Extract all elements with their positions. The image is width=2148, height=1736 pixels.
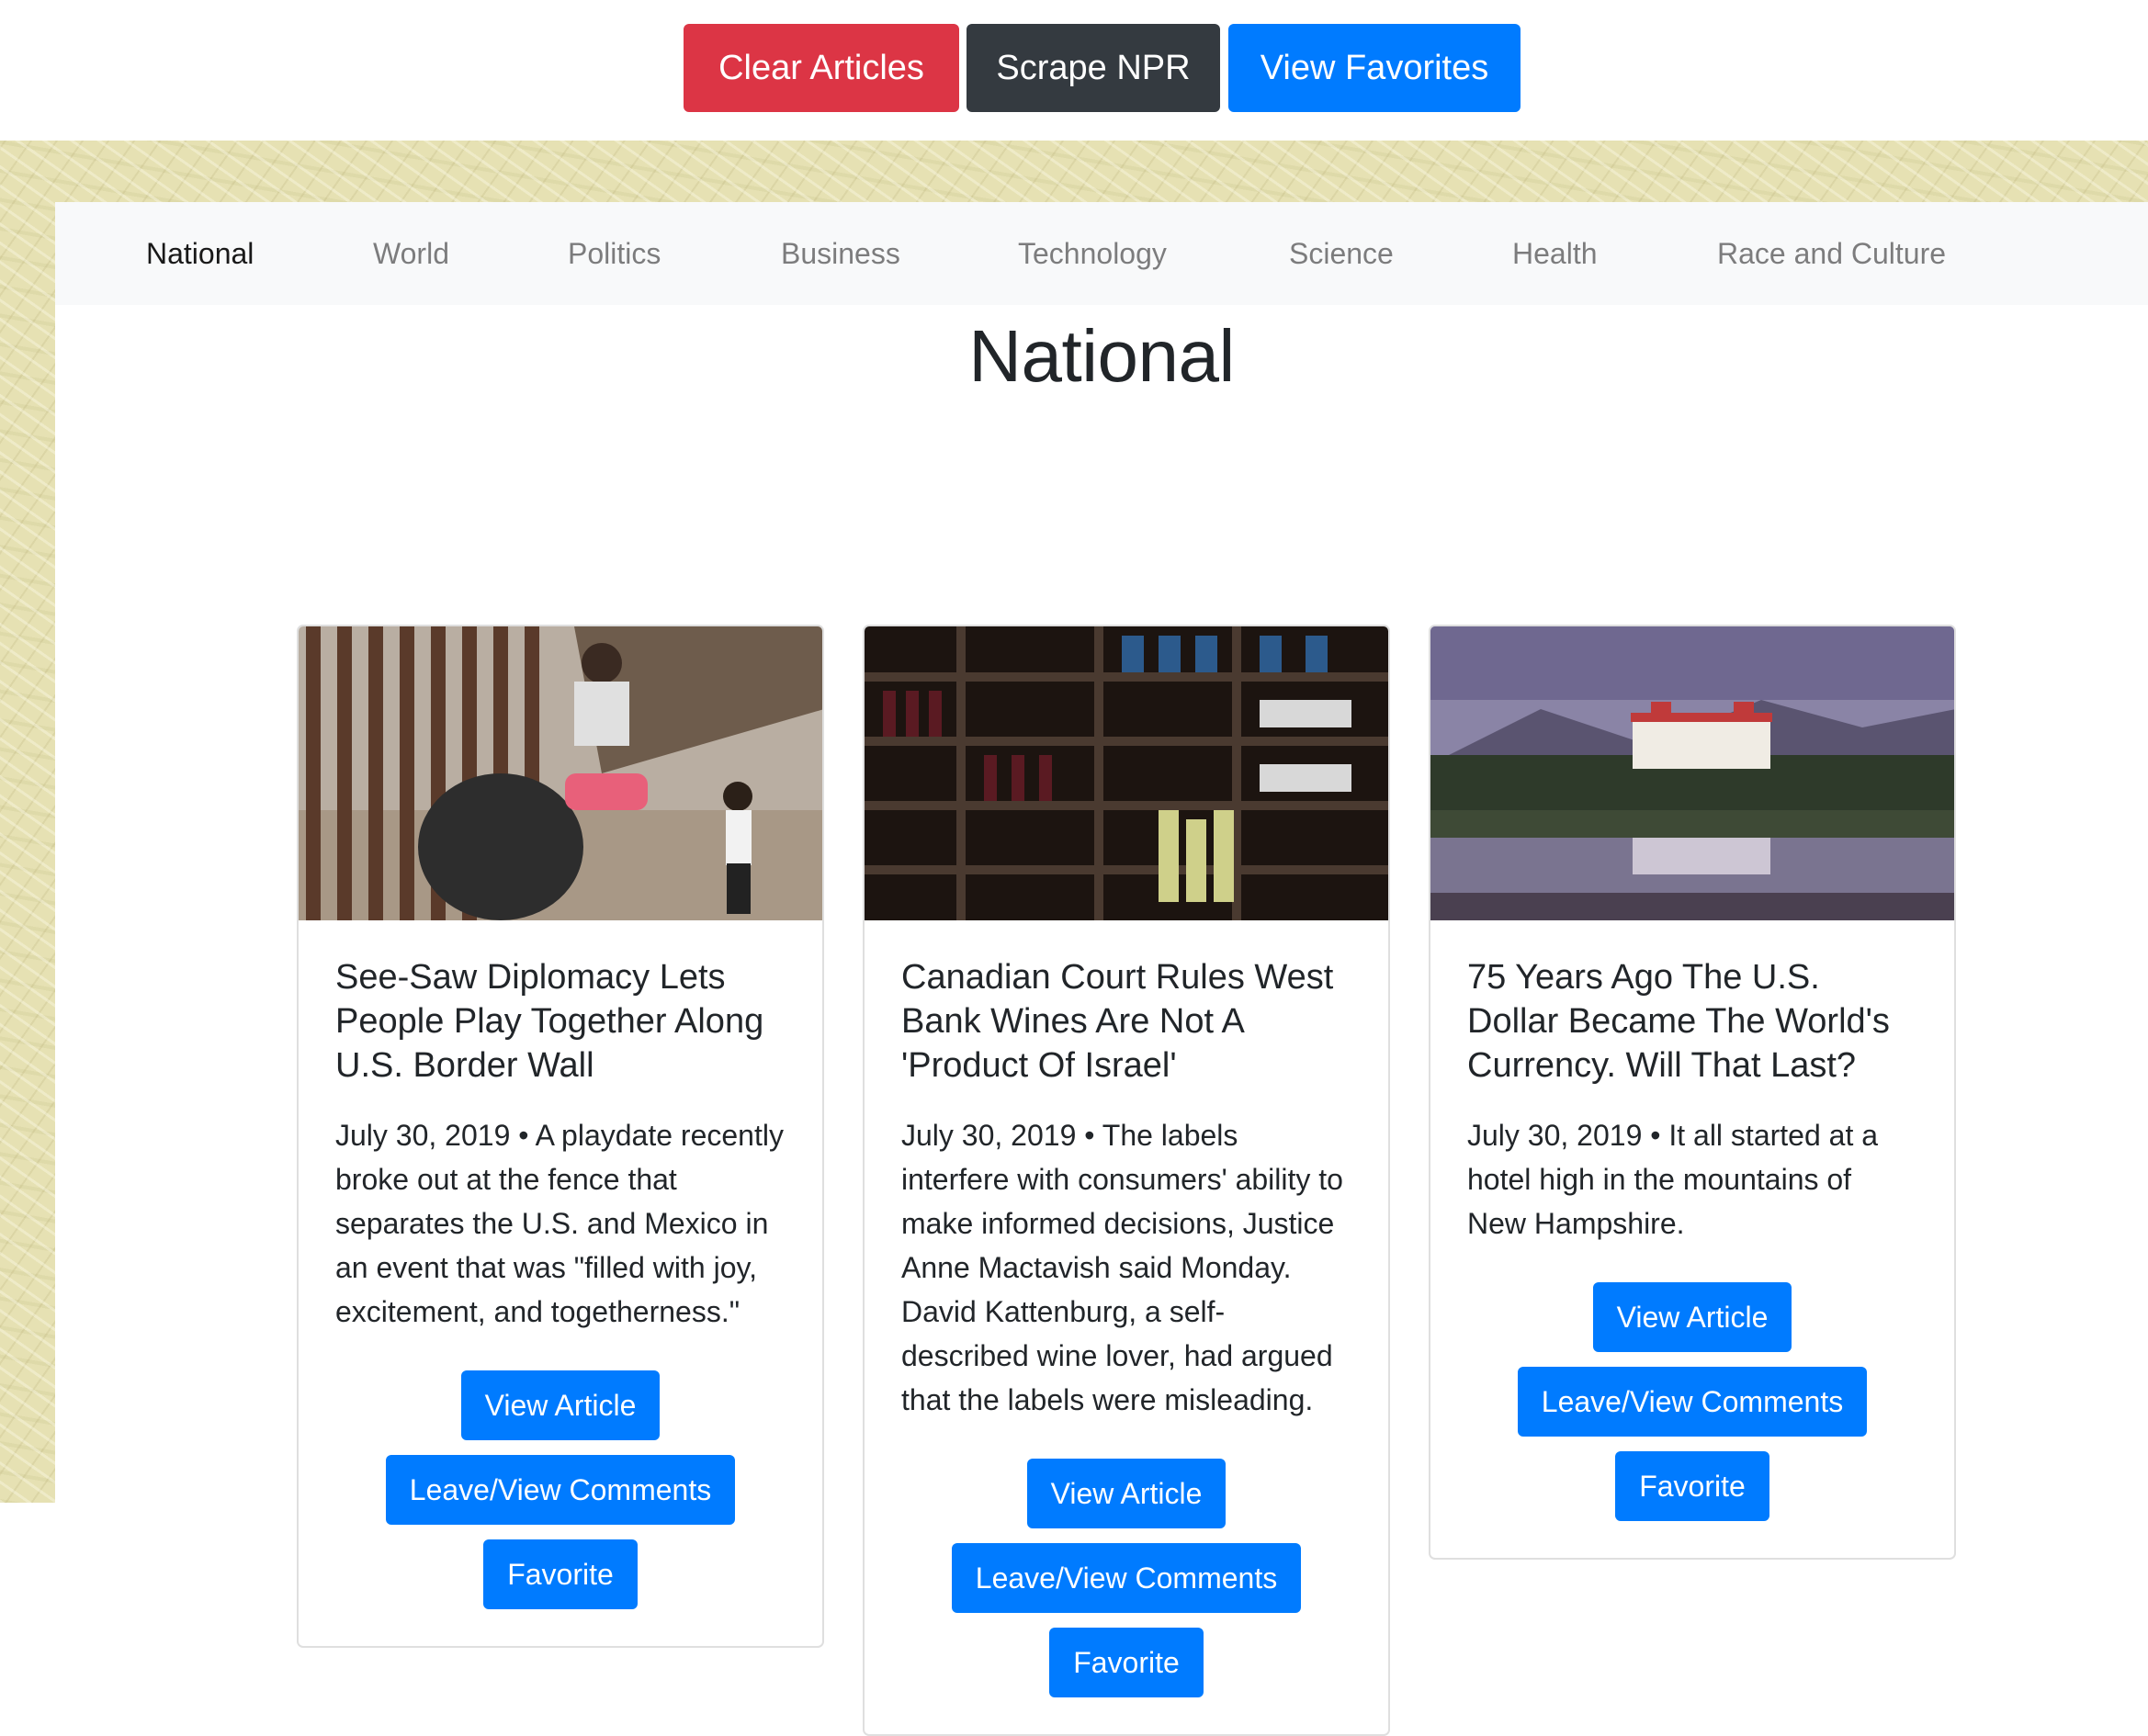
article-title: 75 Years Ago The U.S. Dollar Became The … <box>1467 958 1890 1085</box>
article-image-wine-shelves <box>865 626 1388 920</box>
favorite-button[interactable]: Favorite <box>483 1539 638 1609</box>
article-summary: July 30, 2019 • The labels interfere wit… <box>901 1119 1343 1416</box>
category-navbar: National World Politics Business Technol… <box>55 202 2148 305</box>
article-card: Canadian Court Rules West Bank Wines Are… <box>863 625 1390 1736</box>
article-image-border-seesaw <box>299 626 822 920</box>
favorite-button[interactable]: Favorite <box>1615 1451 1769 1521</box>
nav-item-world[interactable]: World <box>373 202 449 305</box>
top-toolbar: Clear Articles Scrape NPR View Favorites <box>0 0 2148 141</box>
section-title: National <box>968 315 1235 397</box>
article-card: See-Saw Diplomacy Lets People Play Toget… <box>297 625 824 1648</box>
nav-item-politics[interactable]: Politics <box>568 202 661 305</box>
view-favorites-button[interactable]: View Favorites <box>1228 24 1521 112</box>
nav-item-technology[interactable]: Technology <box>1018 202 1167 305</box>
leave-view-comments-button[interactable]: Leave/View Comments <box>385 1455 736 1525</box>
nav-item-health[interactable]: Health <box>1512 202 1598 305</box>
article-summary: July 30, 2019 • It all started at a hote… <box>1467 1119 1879 1240</box>
nav-item-national[interactable]: National <box>146 202 254 305</box>
nav-item-science[interactable]: Science <box>1289 202 1394 305</box>
article-image-mountain-hotel <box>1430 626 1954 920</box>
article-card: 75 Years Ago The U.S. Dollar Became The … <box>1429 625 1956 1560</box>
clear-articles-button[interactable]: Clear Articles <box>684 24 959 112</box>
main-container: National World Politics Business Technol… <box>55 202 2148 1736</box>
view-article-button[interactable]: View Article <box>460 1370 661 1440</box>
article-summary: July 30, 2019 • A playdate recently brok… <box>335 1119 784 1328</box>
article-actions: View Article Leave/View Comments Favorit… <box>901 1459 1351 1697</box>
nav-item-business[interactable]: Business <box>781 202 900 305</box>
view-article-button[interactable]: View Article <box>1026 1459 1227 1528</box>
nav-item-race-and-culture[interactable]: Race and Culture <box>1717 202 1946 305</box>
article-title: See-Saw Diplomacy Lets People Play Toget… <box>335 958 764 1085</box>
leave-view-comments-button[interactable]: Leave/View Comments <box>1517 1367 1868 1437</box>
article-title: Canadian Court Rules West Bank Wines Are… <box>901 958 1334 1085</box>
article-actions: View Article Leave/View Comments Favorit… <box>1467 1282 1917 1521</box>
view-article-button[interactable]: View Article <box>1592 1282 1792 1352</box>
scrape-npr-button[interactable]: Scrape NPR <box>967 24 1220 112</box>
article-actions: View Article Leave/View Comments Favorit… <box>335 1370 786 1609</box>
favorite-button[interactable]: Favorite <box>1049 1628 1204 1697</box>
leave-view-comments-button[interactable]: Leave/View Comments <box>951 1543 1302 1613</box>
